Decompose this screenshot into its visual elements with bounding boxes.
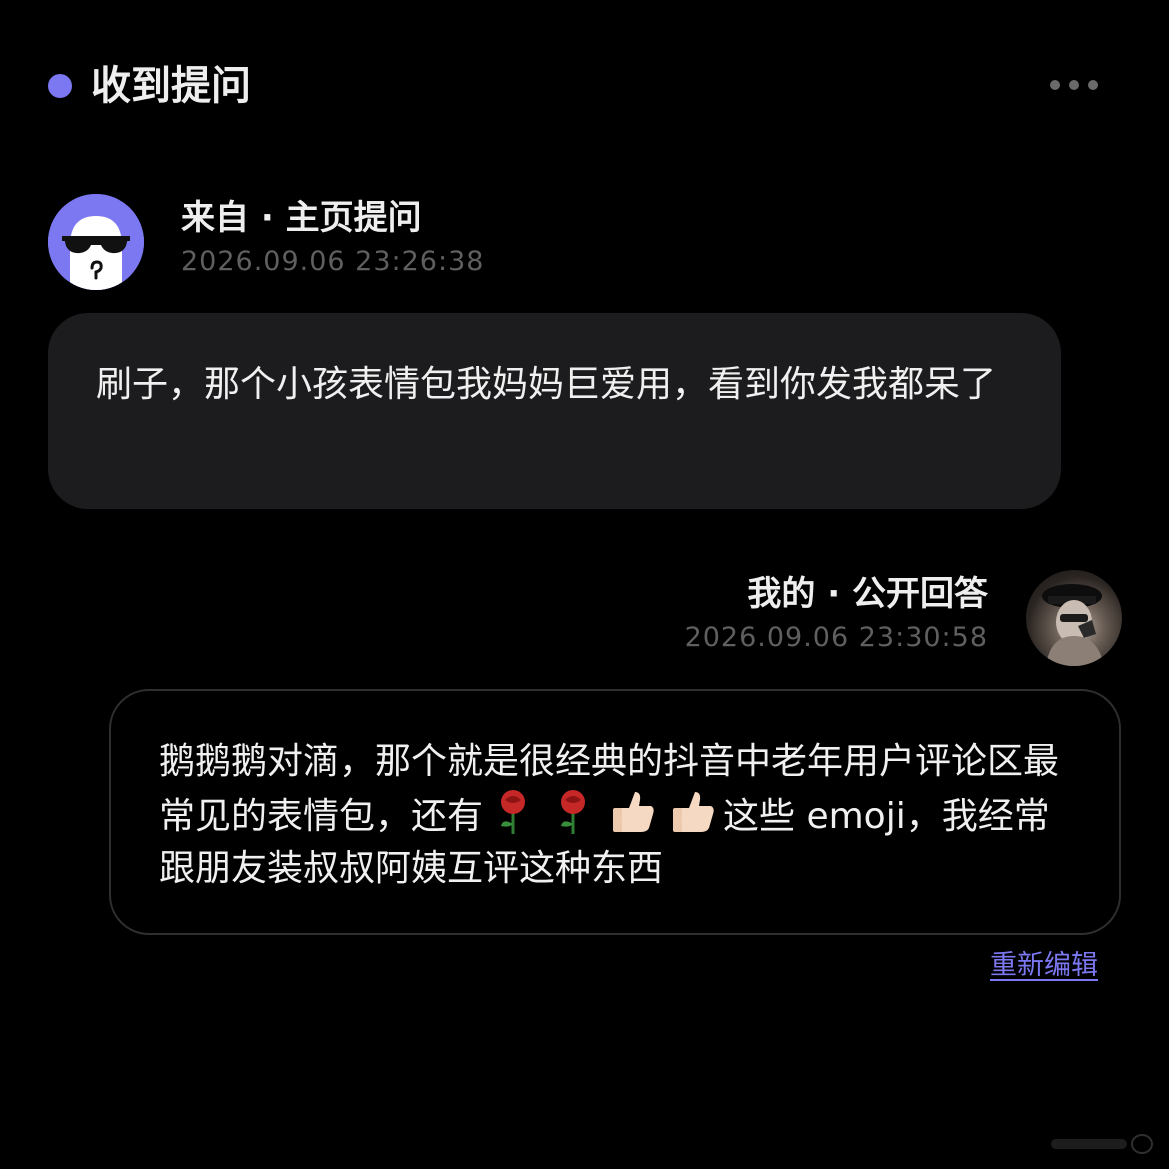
question-bubble: 刷子，那个小孩表情包我妈妈巨爱用，看到你发我都呆了	[48, 313, 1061, 509]
more-dots-icon	[1050, 80, 1060, 90]
thumbs-up-emoji-icon	[613, 792, 654, 832]
more-dots-icon	[1069, 80, 1079, 90]
header-dot	[48, 74, 72, 98]
answerer-avatar[interactable]	[1026, 570, 1122, 666]
rose-emoji-icon	[501, 790, 526, 834]
page-title: 收到提问	[91, 63, 251, 109]
answer-text: 鹅鹅鹅对滴，那个就是很经典的抖音中老年用户评论区最常见的表情包，还有 这些 em…	[159, 736, 1079, 895]
more-dots-icon	[1088, 80, 1098, 90]
rose-emoji-icon	[561, 790, 586, 834]
sunglasses-ghost-icon	[48, 194, 144, 290]
watermark-icon	[1051, 1134, 1153, 1154]
question-timestamp: 2026.09.06 23:26:38	[181, 246, 485, 277]
question-source: 来自 · 主页提问	[181, 198, 422, 238]
thumbs-up-emoji-icon	[673, 792, 714, 832]
answer-timestamp: 2026.09.06 23:30:58	[684, 622, 988, 653]
answer-source: 我的 · 公开回答	[747, 574, 988, 614]
re-edit-link[interactable]: 重新编辑	[990, 947, 1098, 985]
user-photo-icon	[1042, 584, 1104, 666]
more-options-button[interactable]	[1050, 72, 1098, 98]
question-text: 刷子，那个小孩表情包我妈妈巨爱用，看到你发我都呆了	[96, 364, 997, 405]
asker-avatar	[48, 194, 144, 290]
answer-bubble: 鹅鹅鹅对滴，那个就是很经典的抖音中老年用户评论区最常见的表情包，还有 这些 em…	[109, 689, 1121, 935]
